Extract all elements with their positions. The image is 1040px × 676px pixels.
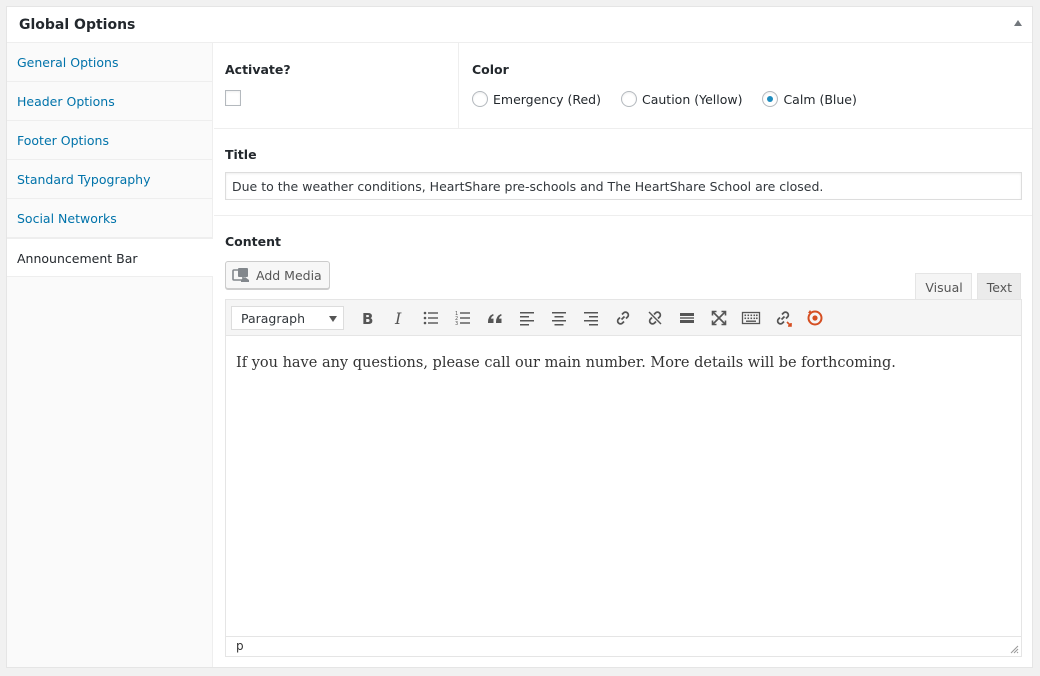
plugin-icon [807, 309, 823, 325]
link-check-icon [776, 310, 792, 327]
svg-text:3: 3 [455, 321, 458, 327]
activate-field: Activate? [214, 43, 459, 128]
remove-link-button[interactable] [640, 303, 670, 333]
plugin-button[interactable] [800, 303, 830, 333]
numbered-list-icon: 1 2 3 [455, 311, 470, 327]
resize-handle-icon[interactable] [1009, 644, 1019, 654]
sidebar-item-announcement-bar[interactable]: Announcement Bar [7, 238, 213, 277]
title-label: Title [225, 147, 257, 162]
align-center-button[interactable] [544, 303, 574, 333]
activate-label: Activate? [225, 62, 291, 77]
link-icon [616, 310, 630, 325]
sidebar-item-general-options[interactable]: General Options [7, 43, 212, 82]
activate-checkbox[interactable] [225, 90, 241, 106]
svg-text:I: I [394, 309, 402, 328]
numbered-list-button[interactable]: 1 2 3 [448, 303, 478, 333]
read-more-icon [680, 312, 694, 323]
fullscreen-button[interactable] [704, 303, 734, 333]
bold-button[interactable]: B [352, 303, 382, 333]
italic-icon: I [394, 309, 402, 328]
activate-color-row: Activate? Color Emergency (Red) Caution … [214, 43, 1032, 129]
options-sidebar: General Options Header Options Footer Op… [7, 43, 213, 667]
link-check-button[interactable] [768, 303, 798, 333]
align-left-icon [520, 311, 534, 325]
tab-visual[interactable]: Visual [915, 273, 972, 301]
element-path[interactable]: p [236, 639, 244, 653]
align-right-icon [584, 311, 598, 325]
fullscreen-icon [711, 310, 727, 325]
radio-calm[interactable] [762, 91, 779, 107]
format-select[interactable]: Paragraph [231, 305, 344, 330]
content-editor: Paragraph B I 1 2 3 If you have any ques… [225, 299, 1022, 657]
bold-icon: B [362, 310, 373, 328]
toolbar-toggle-icon [741, 311, 761, 324]
bulleted-list-button[interactable] [416, 303, 446, 333]
radio-option-caution[interactable]: Caution (Yellow) [620, 91, 743, 107]
media-icon [232, 268, 249, 282]
chevron-down-icon [329, 315, 337, 322]
color-label: Color [472, 62, 509, 77]
bulleted-list-icon [423, 311, 438, 324]
italic-button[interactable]: I [384, 303, 414, 333]
align-left-button[interactable] [512, 303, 542, 333]
radio-caution-label: Caution (Yellow) [641, 91, 743, 107]
radio-option-emergency[interactable]: Emergency (Red) [472, 91, 601, 107]
read-more-button[interactable] [672, 303, 702, 333]
unlink-icon [648, 310, 662, 325]
blockquote-button[interactable] [480, 303, 510, 333]
content-row: Content Add Media Visual Text Paragraph … [214, 216, 1032, 657]
title-row: Title Due to the weather conditions, Hea… [214, 129, 1032, 216]
add-media-button[interactable]: Add Media [225, 261, 330, 289]
radio-emergency-label: Emergency (Red) [493, 91, 601, 107]
global-options-panel: Global Options General Options Header Op… [6, 6, 1033, 668]
radio-caution[interactable] [620, 91, 637, 107]
title-input[interactable]: Due to the weather conditions, HeartShar… [225, 172, 1022, 200]
align-right-button[interactable] [576, 303, 606, 333]
sidebar-item-footer-options[interactable]: Footer Options [7, 121, 212, 160]
editor-toolbar: Paragraph B I 1 2 3 [226, 300, 1021, 336]
editor-statusbar: p [226, 636, 1021, 656]
color-radio-group: Emergency (Red) Caution (Yellow) Calm (B… [472, 91, 1018, 107]
editor-top-bar: Add Media Visual Text [225, 261, 1021, 301]
insert-link-button[interactable] [608, 303, 638, 333]
blockquote-icon [488, 313, 502, 323]
sidebar-item-header-options[interactable]: Header Options [7, 82, 212, 121]
align-center-icon [552, 311, 566, 325]
toolbar-toggle-button[interactable] [736, 303, 766, 333]
format-select-value: Paragraph [241, 310, 306, 326]
radio-calm-label: Calm (Blue) [783, 91, 857, 107]
tab-text[interactable]: Text [976, 273, 1021, 300]
radio-option-calm[interactable]: Calm (Blue) [762, 91, 857, 107]
sidebar-item-standard-typography[interactable]: Standard Typography [7, 160, 212, 199]
options-main: Activate? Color Emergency (Red) Caution … [214, 43, 1032, 667]
editor-content-area[interactable]: If you have any questions, please call o… [226, 336, 1021, 636]
content-label: Content [225, 234, 281, 249]
radio-emergency[interactable] [472, 91, 488, 107]
color-field: Color Emergency (Red) Caution (Yellow) C… [460, 43, 1030, 128]
collapse-toggle-icon[interactable] [1014, 20, 1022, 26]
svg-text:B: B [362, 310, 373, 328]
editor-tabs: Visual Text [910, 273, 1021, 301]
panel-title: Global Options [19, 17, 136, 33]
panel-header[interactable]: Global Options [7, 7, 1032, 43]
sidebar-item-social-networks[interactable]: Social Networks [7, 199, 212, 238]
add-media-label: Add Media [256, 267, 322, 283]
